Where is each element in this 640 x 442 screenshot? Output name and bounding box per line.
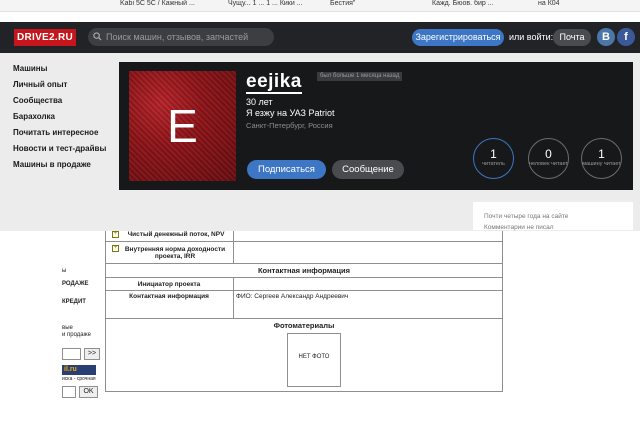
left-fragment-text: вые <box>62 325 73 331</box>
news-card-2[interactable]: Чущу... 1 ... 1 ... Кики ... <box>228 0 303 12</box>
sidebar-item-market[interactable]: Барахолка <box>13 112 106 128</box>
table-row-divider <box>105 318 503 319</box>
stat-cars-followed-label: машину читает <box>582 161 621 167</box>
mail-login-button[interactable]: Почта <box>553 29 591 46</box>
contact-value: ФИО: Сергеев Александр Андреевич <box>236 293 349 300</box>
subscribe-button[interactable]: Подписаться <box>247 160 326 179</box>
profile-info-panel: Почти четыре года на сайте Комментарии н… <box>473 202 633 231</box>
expand-icon[interactable]: + <box>112 231 119 238</box>
profile-city: Санкт-Петербург, Россия <box>246 121 333 130</box>
avatar[interactable]: E <box>129 71 236 181</box>
stat-readers-value: 1 <box>490 147 497 161</box>
register-button[interactable]: Зарегистрироваться <box>412 29 504 46</box>
profile-username: eejika <box>246 71 302 94</box>
left-fragment-text: иска - срочная <box>62 376 96 382</box>
partner-banner[interactable]: il.ru <box>62 365 96 375</box>
stat-readers-label: читатель <box>482 161 505 167</box>
left-link-credit[interactable]: КРЕДИТ <box>62 299 86 305</box>
profile-car: Я езжу на УАЗ Patriot <box>246 108 335 118</box>
stat-cars-followed[interactable]: 1 машину читает <box>581 138 622 179</box>
npv-label: Чистый денежный поток, NPV <box>127 231 225 238</box>
column-divider-top <box>233 231 234 263</box>
news-card-4[interactable]: Кажд. Бюов. бир ... <box>432 0 494 12</box>
facebook-login-icon[interactable]: f <box>617 28 635 46</box>
left-ok-button[interactable]: OK <box>79 386 98 398</box>
left-search-input-2[interactable] <box>62 386 76 398</box>
sidebar-nav: Машины Личный опыт Сообщества Барахолка … <box>13 64 106 176</box>
stat-following-value: 0 <box>545 147 552 161</box>
profile-age: 30 лет <box>246 97 273 107</box>
stat-following[interactable]: 0 человек читает <box>528 138 569 179</box>
site-logo[interactable]: DRIVE2.RU <box>14 29 76 46</box>
contact-section-header: Контактная информация <box>257 266 350 275</box>
photos-section-header: Фотоматериалы <box>273 321 335 330</box>
avatar-letter: E <box>167 100 198 152</box>
table-row-divider <box>105 263 503 264</box>
search-placeholder: Поиск машин, отзывов, запчастей <box>106 32 249 42</box>
top-news-strip: Kabi 5C 5C / Кажный ... Чущу... 1 ... 1 … <box>0 0 640 12</box>
table-row-divider <box>105 277 503 278</box>
message-button[interactable]: Сообщение <box>332 160 404 179</box>
news-card-1[interactable]: Kabi 5C 5C / Кажный ... <box>120 0 195 12</box>
contact-label: Контактная информация <box>129 293 209 300</box>
initiator-label: Инициатор проекта <box>137 281 201 288</box>
sidebar-item-experience[interactable]: Личный опыт <box>13 80 106 96</box>
column-divider-contacts <box>233 277 234 318</box>
news-card-5[interactable]: на К04 <box>538 0 560 12</box>
table-row-divider <box>105 241 503 242</box>
no-photo-placeholder: НЕТ ФОТО <box>287 333 341 387</box>
left-link-sale[interactable]: РОДАЖЕ <box>62 281 89 287</box>
comments-status: Комментарии не писал <box>484 224 554 231</box>
sidebar-item-communities[interactable]: Сообщества <box>13 96 106 112</box>
stat-readers[interactable]: 1 читатель <box>473 138 514 179</box>
no-photo-text: НЕТ ФОТО <box>298 354 330 360</box>
login-prompt: или войти: <box>509 32 554 42</box>
expand-icon[interactable]: + <box>112 245 119 252</box>
sidebar-item-reading[interactable]: Почитать интересное <box>13 128 106 144</box>
sidebar-item-for-sale[interactable]: Машины в продаже <box>13 160 106 176</box>
site-tenure: Почти четыре года на сайте <box>484 213 569 220</box>
stat-cars-followed-value: 1 <box>598 147 605 161</box>
left-go-button[interactable]: >> <box>84 348 100 360</box>
left-fragment-text: и продаже <box>62 332 91 338</box>
irr-label: Внутренняя норма доходности проекта, IRR <box>124 246 226 260</box>
vk-login-icon[interactable]: В <box>597 28 615 46</box>
site-header: DRIVE2.RU Поиск машин, отзывов, запчасте… <box>0 22 640 53</box>
sidebar-item-news[interactable]: Новости и тест-драйвы <box>13 144 106 160</box>
page: Kabi 5C 5C / Кажный ... Чущу... 1 ... 1 … <box>0 0 640 442</box>
stat-following-label: человек читает <box>529 161 568 167</box>
search-icon <box>93 32 102 41</box>
news-card-3[interactable]: Бестия" <box>330 0 355 12</box>
left-search-input[interactable] <box>62 348 81 360</box>
sidebar-item-cars[interactable]: Машины <box>13 64 106 80</box>
search-input[interactable]: Поиск машин, отзывов, запчастей <box>88 28 274 46</box>
last-seen-badge: был больше 1 месяца назад <box>317 72 403 81</box>
table-row-divider <box>105 290 503 291</box>
left-fragment-text: ы <box>62 268 67 274</box>
